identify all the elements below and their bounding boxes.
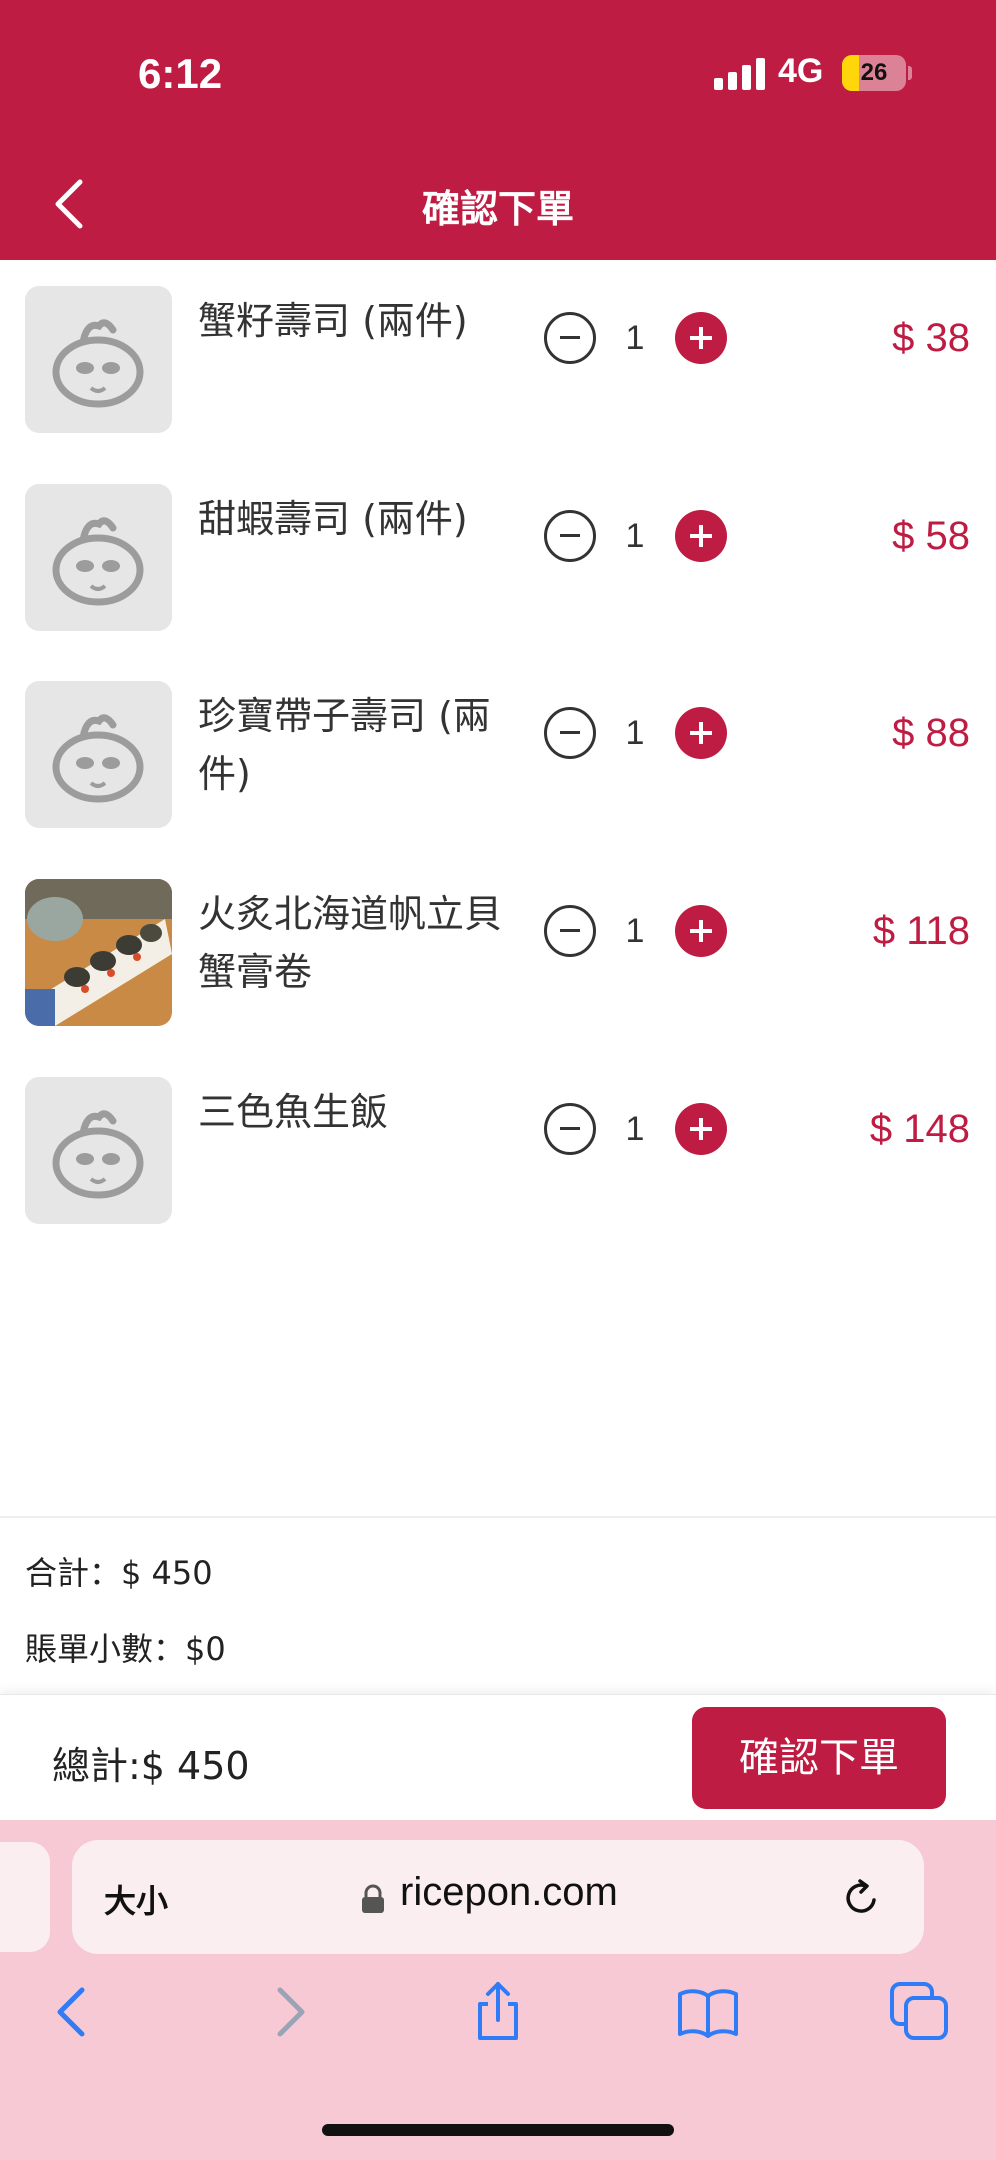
decrease-quantity-button[interactable] — [544, 707, 596, 759]
item-name: 蟹籽壽司 (兩件) — [198, 299, 468, 343]
item-name: 珍寶帶子壽司 (兩件) — [198, 694, 491, 796]
browser-toolbar: 大小 ricepon.com — [0, 1820, 996, 2160]
status-time: 6:12 — [138, 50, 223, 97]
item-quantity: 1 — [625, 912, 645, 950]
increase-quantity-button[interactable] — [675, 1103, 727, 1155]
home-indicator — [322, 2124, 674, 2136]
item-thumbnail — [25, 484, 172, 631]
cart-item: 蟹籽壽司 (兩件) 1 $ 38 — [0, 286, 996, 446]
mascot-placeholder-icon — [52, 319, 144, 408]
app-header: 6:12 4G 26 確認下單 — [0, 0, 996, 260]
item-quantity: 1 — [625, 714, 645, 752]
item-name: 甜蝦壽司 (兩件) — [198, 497, 468, 541]
network-type: 4G — [778, 52, 824, 90]
item-price: $ 58 — [892, 514, 970, 558]
rounding-line: 賬單小數：$0 — [25, 1630, 226, 1668]
item-price: $ 38 — [892, 316, 970, 360]
browser-back-icon[interactable] — [42, 1980, 106, 2044]
increase-quantity-button[interactable] — [675, 312, 727, 364]
previous-tab-preview[interactable] — [0, 1842, 50, 1952]
share-icon[interactable] — [466, 1980, 530, 2044]
checkout-bar: 總計:$ 450 確認下單 — [0, 1694, 996, 1820]
tabs-icon[interactable] — [888, 1980, 952, 2044]
summary-divider — [0, 1516, 996, 1518]
cart-item: 三色魚生飯 1 $ 148 — [0, 1077, 996, 1237]
increase-quantity-button[interactable] — [675, 905, 727, 957]
item-name: 三色魚生飯 — [198, 1090, 389, 1134]
url-domain: ricepon.com — [400, 1870, 618, 1914]
item-thumbnail — [25, 286, 172, 433]
browser-forward-icon[interactable] — [256, 1980, 320, 2044]
item-thumbnail — [25, 1077, 172, 1224]
item-price: $ 88 — [892, 711, 970, 755]
subtotal-line: 合計：$ 450 — [25, 1554, 213, 1592]
item-price: $ 118 — [872, 909, 970, 953]
battery-level: 26 — [860, 59, 888, 86]
mascot-placeholder-icon — [52, 1110, 144, 1199]
decrease-quantity-button[interactable] — [544, 1103, 596, 1155]
confirm-order-button[interactable]: 確認下單 — [692, 1707, 946, 1809]
cart-item: 甜蝦壽司 (兩件) 1 $ 58 — [0, 484, 996, 644]
decrease-quantity-button[interactable] — [544, 905, 596, 957]
lock-icon — [362, 1884, 384, 1913]
item-thumbnail — [25, 681, 172, 828]
signal-icon — [714, 56, 768, 90]
page-title: 確認下單 — [421, 187, 574, 231]
mascot-placeholder-icon — [52, 517, 144, 606]
mascot-placeholder-icon — [52, 714, 144, 803]
grand-total: 總計:$ 450 — [52, 1744, 250, 1788]
item-price: $ 148 — [869, 1107, 970, 1151]
increase-quantity-button[interactable] — [675, 510, 727, 562]
decrease-quantity-button[interactable] — [544, 312, 596, 364]
item-quantity: 1 — [625, 319, 645, 357]
battery-icon: 26 — [842, 55, 906, 91]
item-quantity: 1 — [625, 517, 645, 555]
bookmarks-icon[interactable] — [676, 1980, 740, 2044]
reload-icon[interactable] — [842, 1878, 882, 1918]
cart-item: 火炙北海道帆立貝蟹膏卷 1 $ 118 — [0, 879, 996, 1039]
cart-item: 珍寶帶子壽司 (兩件) 1 $ 88 — [0, 681, 996, 841]
item-quantity: 1 — [625, 1110, 645, 1148]
text-size-button[interactable]: 大小 — [104, 1876, 168, 1922]
decrease-quantity-button[interactable] — [544, 510, 596, 562]
address-bar[interactable]: 大小 ricepon.com — [72, 1840, 924, 1954]
sushi-photo — [25, 879, 172, 1026]
increase-quantity-button[interactable] — [675, 707, 727, 759]
battery-nub — [908, 66, 912, 80]
item-name: 火炙北海道帆立貝蟹膏卷 — [198, 892, 503, 994]
item-thumbnail — [25, 879, 172, 1026]
